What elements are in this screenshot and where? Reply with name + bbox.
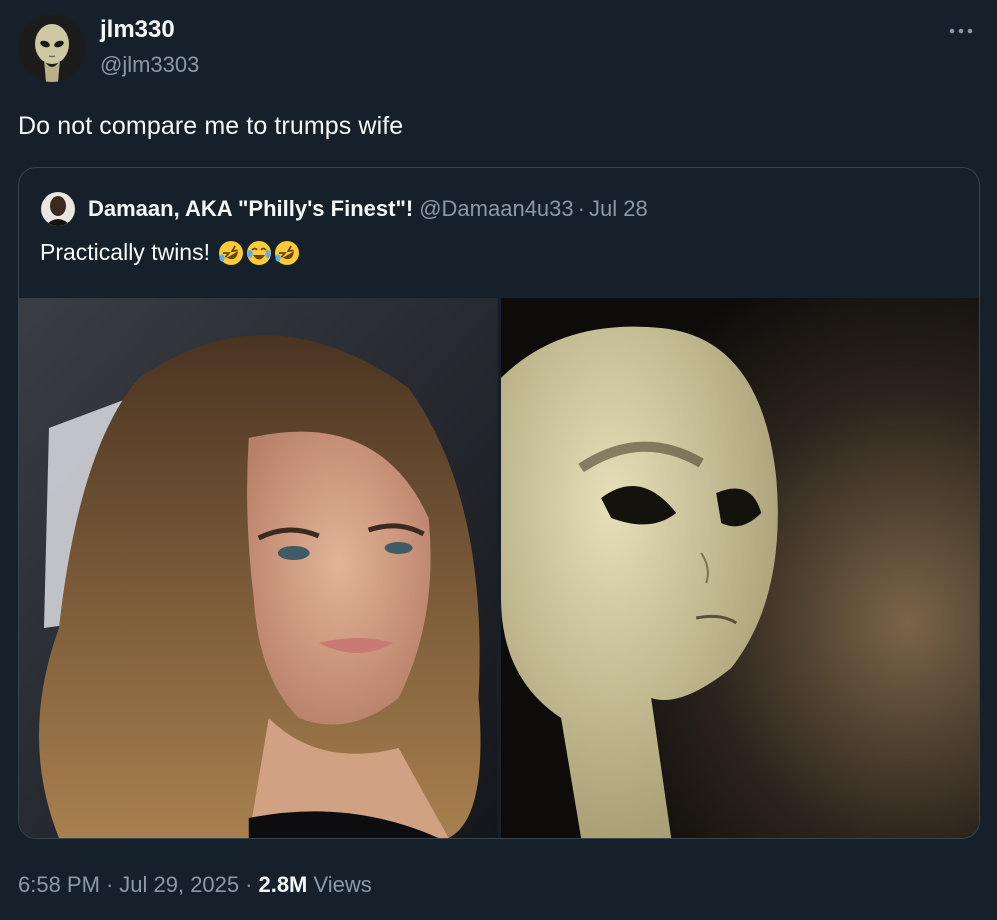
alien-avatar-icon (18, 14, 86, 82)
tears-of-joy-emoji-icon (246, 240, 272, 266)
quote-separator: · (577, 196, 585, 221)
meta-separator: · (245, 872, 253, 897)
quote-author-avatar[interactable] (41, 192, 75, 226)
quote-text: Practically twins! (40, 239, 210, 265)
quote-text-row: Practically twins! (40, 239, 300, 266)
quoted-tweet-card[interactable]: Damaan, AKA "Philly's Finest"! @Damaan4u3… (18, 167, 980, 839)
views-count: 2.8M (258, 872, 308, 897)
grey-alien-photo[interactable] (500, 298, 979, 838)
more-options-icon[interactable] (947, 20, 975, 42)
meta-separator: · (105, 872, 114, 897)
author-avatar[interactable] (18, 14, 86, 82)
author-handle[interactable]: @jlm3303 (100, 52, 199, 78)
tweet-meta: 6:58 PM · Jul 29, 2025 · 2.8M Views (18, 872, 372, 898)
quote-date[interactable]: Jul 28 (589, 196, 648, 221)
quote-media-grid (19, 298, 979, 838)
tweet-time[interactable]: 6:58 PM (18, 872, 100, 897)
tweet-date[interactable]: Jul 29, 2025 (119, 872, 239, 897)
quote-display-name[interactable]: Damaan, AKA "Philly's Finest"! (88, 196, 413, 221)
rolling-on-floor-laughing-emoji-icon (218, 240, 244, 266)
views-label: Views (313, 872, 372, 897)
tweet-text: Do not compare me to trumps wife (18, 112, 404, 140)
tweet-container: jlm330 @jlm3303 Do not compare me to tru… (0, 0, 997, 920)
person-avatar-icon (41, 192, 75, 226)
quote-handle[interactable]: @Damaan4u33 (419, 196, 573, 221)
woman-portrait-photo[interactable] (19, 298, 498, 838)
rolling-on-floor-laughing-emoji-icon (274, 240, 300, 266)
author-display-name[interactable]: jlm330 (100, 16, 175, 44)
quote-header: Damaan, AKA "Philly's Finest"! @Damaan4u3… (88, 196, 648, 222)
